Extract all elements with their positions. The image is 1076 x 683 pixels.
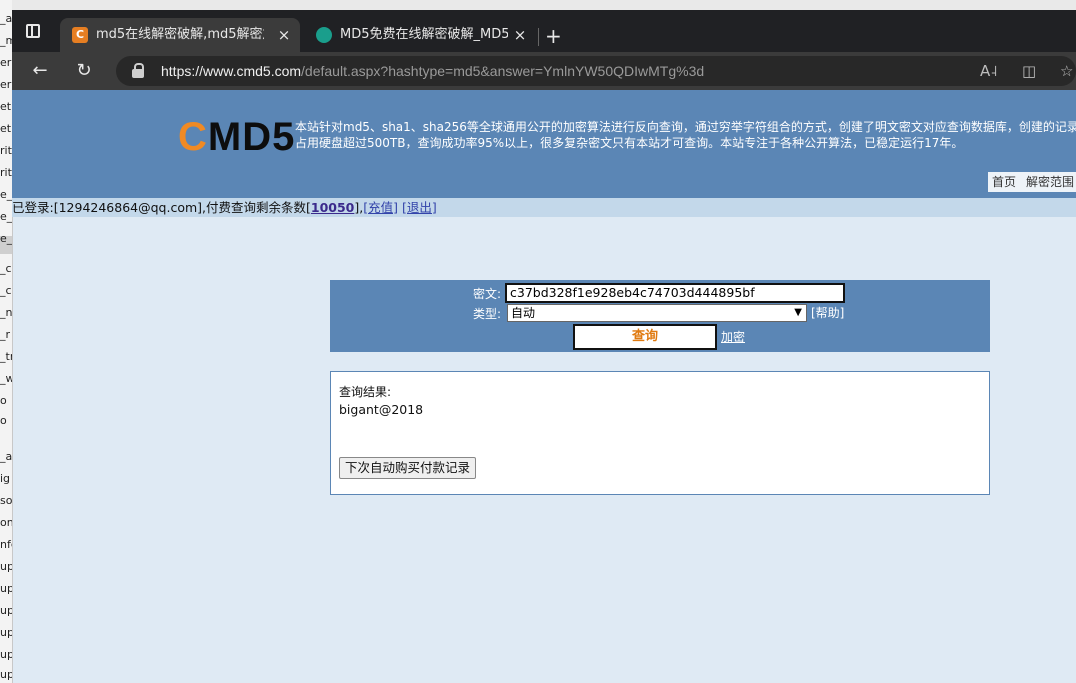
background-window-text: et	[0, 100, 12, 113]
background-window-text: _r	[0, 328, 11, 341]
intro-line-1: 本站针对md5、sha1、sha256等全球通用公开的加密算法进行反向查询，通过…	[295, 120, 1076, 134]
url-path: /default.aspx?hashtype=md5&answer=YmlnYW…	[301, 63, 705, 79]
background-window-text: nfc	[0, 538, 12, 551]
tab-separator	[538, 28, 539, 46]
hash-label: 密文:	[473, 287, 502, 301]
background-window-top	[12, 0, 1076, 10]
logo-c: C	[178, 115, 208, 159]
background-window-text: _c	[0, 262, 12, 275]
background-window-text: e_	[0, 210, 13, 223]
browser-toolbar: ← ↻ https://www.cmd5.com/default.aspx?ha…	[12, 52, 1076, 90]
background-window-text: up	[0, 626, 13, 639]
background-window-text: e_	[0, 232, 13, 245]
background-window-text: o	[0, 394, 7, 407]
status-suffix: ],	[354, 200, 364, 215]
background-window-text: up	[0, 560, 13, 573]
tab-cmd5[interactable]: C md5在线解密破解,md5解密加密 ×	[60, 18, 300, 52]
remaining-count[interactable]: 10050	[311, 200, 355, 215]
logout-link[interactable]: [退出]	[402, 200, 437, 215]
background-window-text: er	[0, 78, 12, 91]
url-text[interactable]: https://www.cmd5.com/default.aspx?hashty…	[161, 56, 704, 86]
new-tab-icon[interactable]: +	[545, 26, 562, 46]
add-favorite-icon[interactable]: ☆	[1060, 62, 1073, 80]
cmd5-favicon-icon: C	[72, 27, 88, 43]
background-window-text: up	[0, 668, 13, 681]
background-window-text: on	[0, 516, 13, 529]
background-window-text: rit	[0, 166, 12, 179]
back-arrow-icon[interactable]: ←	[28, 60, 52, 82]
type-selected-value: 自动	[511, 306, 536, 320]
help-link[interactable]: [帮助]	[811, 305, 844, 321]
top-menu: 首页 解密范围	[988, 172, 1076, 192]
auto-purchase-records-button[interactable]: 下次自动购买付款记录	[339, 457, 477, 479]
result-panel: 查询结果: bigant@2018 下次自动购买付款记录	[330, 371, 990, 495]
refresh-icon[interactable]: ↻	[72, 60, 96, 82]
background-window-text: _a	[0, 450, 13, 463]
background-window-text: _w	[0, 372, 12, 385]
cmd5-logo[interactable]: CMD5	[178, 114, 295, 160]
address-bar[interactable]: https://www.cmd5.com/default.aspx?hashty…	[116, 56, 1076, 86]
menu-decrypt-scope[interactable]: 解密范围	[1026, 175, 1074, 189]
tab-actions-icon[interactable]	[26, 24, 40, 38]
chevron-down-icon: ▼	[794, 307, 802, 318]
recharge-link[interactable]: [充值]	[363, 200, 398, 215]
background-window-text: sol	[0, 494, 13, 507]
md5-site-favicon-icon	[316, 27, 332, 43]
background-window-text: rit	[0, 144, 12, 157]
login-info: 已登录:[1294246864@qq.com],付费查询剩余条数[	[12, 200, 311, 215]
background-window-text: o	[0, 414, 7, 427]
lock-icon[interactable]	[132, 63, 144, 78]
background-window-text: _a	[0, 12, 13, 25]
browser-tab-bar: C md5在线解密破解,md5解密加密 × MD5免费在线解密破解_MD5在线 …	[12, 10, 1076, 52]
tab-md5-free[interactable]: MD5免费在线解密破解_MD5在线 ×	[304, 18, 536, 52]
split-screen-icon[interactable]: ◫	[1022, 62, 1036, 80]
background-window-text: _c	[0, 284, 12, 297]
background-window-text: up	[0, 582, 13, 595]
background-window-text: up	[0, 604, 13, 617]
intro-line-2: 占用硬盘超过500TB，查询成功率95%以上，很多复杂密文只有本站才可查询。本站…	[295, 136, 964, 150]
url-domain: https://www.cmd5.com	[161, 63, 302, 79]
background-window-text: _tr	[0, 350, 13, 363]
read-aloud-icon[interactable]: A˨	[980, 62, 998, 80]
background-window-text: e_	[0, 188, 13, 201]
result-value: bigant@2018	[339, 402, 424, 417]
background-window-text: et	[0, 122, 12, 135]
encrypt-link[interactable]: 加密	[721, 329, 745, 345]
background-window-text: _n	[0, 306, 13, 319]
result-label: 查询结果:	[339, 385, 392, 399]
background-window-text: ig	[0, 472, 11, 485]
tab-title: md5在线解密破解,md5解密加密	[96, 27, 264, 42]
logo-md5: MD5	[207, 115, 296, 159]
site-header: CMD5 本站针对md5、sha1、sha256等全球通用公开的加密算法进行反向…	[12, 90, 1076, 198]
query-button[interactable]: 查询	[573, 324, 717, 350]
tab-title: MD5免费在线解密破解_MD5在线	[340, 27, 508, 42]
close-tab-icon[interactable]: ×	[512, 18, 528, 52]
menu-home[interactable]: 首页	[992, 175, 1016, 189]
background-window-text: er	[0, 56, 12, 69]
type-label: 类型:	[473, 307, 502, 321]
hash-type-select[interactable]: 自动 ▼	[507, 304, 807, 322]
site-intro: 本站针对md5、sha1、sha256等全球通用公开的加密算法进行反向查询，通过…	[295, 119, 1076, 151]
background-window-text: up	[0, 648, 13, 661]
login-status: 已登录:[1294246864@qq.com],付费查询剩余条数[10050],…	[12, 198, 1076, 217]
hash-input[interactable]: c37bd328f1e928eb4c74703d444895bf	[505, 283, 845, 303]
close-tab-icon[interactable]: ×	[276, 18, 292, 52]
query-form: 密文: c37bd328f1e928eb4c74703d444895bf 类型:…	[330, 280, 990, 352]
